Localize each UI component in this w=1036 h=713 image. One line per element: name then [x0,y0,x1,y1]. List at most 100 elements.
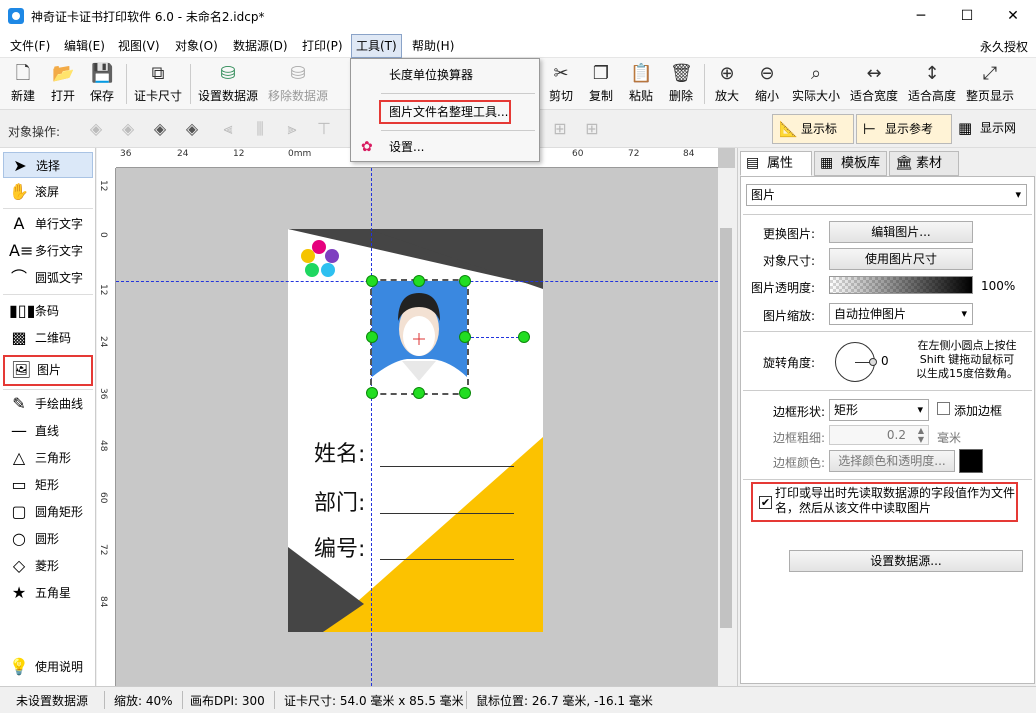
help-manual[interactable]: 💡 使用说明 [3,654,93,680]
close-button[interactable]: ✕ [990,0,1036,32]
delete-button[interactable]: 🗑 删除 [664,60,698,108]
use-image-size-button[interactable]: 使用图片尺寸 [829,248,973,270]
show-grid-toggle[interactable]: ▦显示网格 [952,114,1034,163]
pencil-icon: ✎ [12,394,26,413]
rotation-value: 0 [881,354,889,368]
tool-arc-text[interactable]: ⌒ 圆弧文字 [3,265,93,291]
resize-handle-bottom-left[interactable] [366,387,378,399]
remove-datasource-button[interactable]: ⛁ 移除数据源 [266,60,330,108]
align-right-icon[interactable]: ⫸ [282,119,302,139]
menu-file[interactable]: 文件(F) [6,36,54,56]
actual-size-button[interactable]: ⌕ 实际大小 [789,60,843,108]
menu-help[interactable]: 帮助(H) [408,36,458,56]
resize-handle-top[interactable] [413,275,425,287]
menu-filename-tool[interactable]: 图片文件名整理工具... [379,100,511,124]
vertical-ruler[interactable]: 12 0 12 24 36 48 60 72 84 [97,168,116,686]
tool-line[interactable]: — 直线 [3,418,93,444]
rotation-dial[interactable] [835,342,877,382]
layer-bottom-icon[interactable]: ◈ [86,119,106,139]
tool-rectangle[interactable]: ▭ 矩形 [3,472,93,498]
menu-object[interactable]: 对象(O) [171,36,222,56]
object-type-select[interactable]: 图片 [746,184,1027,206]
border-color-button[interactable]: 选择颜色和透明度... [829,450,955,472]
show-guides-toggle[interactable]: ⊢显示参考线 [856,114,952,164]
help-manual-label: 使用说明 [35,660,84,674]
tab-templates[interactable]: ▦ 模板库 [814,151,887,176]
menu-edit[interactable]: 编辑(E) [60,36,109,56]
new-button[interactable]: 🗋 新建 [6,60,40,108]
datasource-checkbox[interactable]: ✔ [759,496,772,509]
tool-pan[interactable]: ✋ 滚屏 [3,179,93,205]
tool-freehand[interactable]: ✎ 手绘曲线 [3,391,93,417]
tool-circle[interactable]: ○ 圆形 [3,526,93,552]
rotation-handle[interactable] [518,331,530,343]
menu-datasource[interactable]: 数据源(D) [229,36,292,56]
copy-button[interactable]: ❐ 复制 [584,60,618,108]
menu-print[interactable]: 打印(P) [298,36,347,56]
align-left-icon[interactable]: ⫷ [218,119,238,139]
zoom-out-button[interactable]: ⊖ 缩小 [750,60,784,108]
full-page-button[interactable]: ⤢ 整页显示 [963,60,1017,108]
menu-settings[interactable]: ✿ 设置... [353,135,537,159]
tab-properties[interactable]: ▤属性栏 [740,151,812,194]
tool-diamond-label: 菱形 [35,559,60,573]
tool-qrcode[interactable]: ▩ 二维码 [3,325,93,351]
rotation-connector [471,337,519,338]
tool-rounded-rect[interactable]: ▢ 圆角矩形 [3,499,93,525]
resize-handle-left[interactable] [366,331,378,343]
vertical-guide[interactable] [371,168,372,686]
tool-multi-text[interactable]: A≡ 多行文字 [3,238,93,264]
menu-unit-converter[interactable]: 长度单位换算器 [353,63,537,87]
tool-barcode[interactable]: ▮▯▮ 条码 [3,298,93,324]
rotation-knob[interactable] [869,358,877,366]
zoom-in-button[interactable]: ⊕ 放大 [710,60,744,108]
scrollbar-thumb[interactable] [720,228,732,628]
menu-view[interactable]: 视图(V) [114,36,164,56]
menu-tools[interactable]: 工具(T) [351,34,402,58]
border-shape-select[interactable]: 矩形 [829,399,929,421]
set-datasource-button[interactable]: ⛁ 设置数据源 [196,60,260,108]
open-button[interactable]: 📂 打开 [46,60,80,108]
layer-up-icon[interactable]: ◈ [150,119,170,139]
border-width-input[interactable]: 0.2 [829,425,929,445]
multi-text-icon: A≡ [9,241,34,260]
minimize-button[interactable]: ─ [898,0,944,32]
tab-materials[interactable]: 🏛素材库 [889,151,959,194]
add-border-checkbox[interactable] [937,402,950,415]
tool-diamond[interactable]: ◇ 菱形 [3,553,93,579]
layer-down-icon[interactable]: ◈ [118,119,138,139]
resize-handle-right[interactable] [459,331,471,343]
tool-star[interactable]: ★ 五角星 [3,580,93,606]
resize-handle-bottom[interactable] [413,387,425,399]
tool-select[interactable]: ➤ 选择 [3,152,93,178]
layer-top-icon[interactable]: ◈ [182,119,202,139]
resize-handle-top-right[interactable] [459,275,471,287]
edit-image-button[interactable]: 编辑图片... [829,221,973,243]
border-width-spinner[interactable]: ▲ ▼ [915,426,927,444]
fit-width-button[interactable]: ↔ 适合宽度 [848,60,900,108]
tool-single-text[interactable]: A 单行文字 [3,211,93,237]
maximize-button[interactable]: ☐ [944,0,990,32]
distribute-h-icon[interactable]: ⊞ [550,119,570,139]
border-color-swatch[interactable] [959,449,983,473]
rotation-hint-line: 以生成15度倍数角。 [916,367,1018,380]
fit-height-button[interactable]: ↕ 适合高度 [905,60,959,108]
set-datasource-panel-button[interactable]: 设置数据源... [789,550,1023,572]
opacity-slider[interactable] [829,276,973,294]
card-size-button[interactable]: ⧉ 证卡尺寸 [132,60,184,108]
save-button[interactable]: 💾 保存 [85,60,119,108]
tool-image[interactable]: 🖼 图片 [3,355,93,386]
vertical-scrollbar[interactable] [718,168,735,686]
resize-handle-top-left[interactable] [366,275,378,287]
tool-triangle[interactable]: △ 三角形 [3,445,93,471]
resize-handle-bottom-right[interactable] [459,387,471,399]
ruler-h-label: 72 [628,149,640,159]
cut-button[interactable]: ✂ 剪切 [544,60,578,108]
scale-select[interactable]: 自动拉伸图片 [829,303,973,325]
distribute-v-icon[interactable]: ⊞ [582,119,602,139]
align-top-icon[interactable]: ⊤ [314,119,334,139]
show-ruler-toggle[interactable]: 📐显示标尺 [772,114,854,164]
align-center-icon[interactable]: ⫼ [250,119,270,139]
paste-button[interactable]: 📋 粘贴 [624,60,658,108]
canvas-area[interactable]: 36 24 12 0mm 60 72 84 12 0 12 24 36 48 6… [97,148,735,686]
